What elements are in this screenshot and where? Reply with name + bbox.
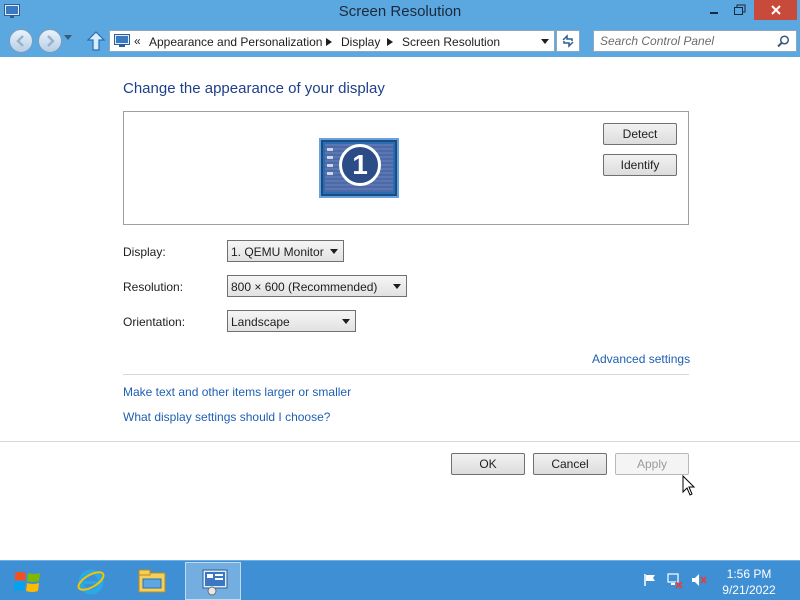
- network-icon[interactable]: [667, 573, 683, 589]
- resolution-label: Resolution:: [123, 280, 184, 294]
- text-size-link[interactable]: Make text and other items larger or smal…: [123, 385, 351, 399]
- taskbar-clock[interactable]: 1:56 PM 9/21/2022: [712, 566, 786, 598]
- arrow-right-icon: [47, 35, 55, 47]
- breadcrumb-appearance[interactable]: Appearance and Personalization: [149, 35, 322, 49]
- section-divider: [123, 374, 689, 375]
- mouse-cursor-icon: [682, 475, 696, 496]
- orientation-select[interactable]: Landscape: [227, 310, 356, 332]
- clock-date: 9/21/2022: [722, 583, 776, 597]
- orientation-select-value: Landscape: [231, 315, 290, 329]
- breadcrumb-overflow[interactable]: «: [134, 34, 141, 48]
- display-preview-panel: 1 Detect Identify: [123, 111, 689, 225]
- page-title: Change the appearance of your display: [123, 80, 385, 97]
- display-select[interactable]: 1. QEMU Monitor: [227, 240, 344, 262]
- control-panel-icon: [114, 34, 130, 47]
- window-title: Screen Resolution: [338, 3, 462, 20]
- breadcrumb-screen-resolution[interactable]: Screen Resolution: [402, 35, 500, 49]
- forward-button[interactable]: [38, 29, 62, 53]
- restore-icon: [734, 4, 746, 15]
- breadcrumb-chevron-icon[interactable]: [387, 38, 393, 46]
- cancel-button[interactable]: Cancel: [533, 453, 607, 475]
- address-history-chevron-down-icon[interactable]: [541, 39, 549, 45]
- breadcrumb-chevron-icon[interactable]: [326, 38, 332, 46]
- title-bar: Screen Resolution: [0, 0, 800, 26]
- ok-button[interactable]: OK: [451, 453, 525, 475]
- footer-divider: [0, 441, 800, 442]
- taskbar-control-panel[interactable]: [185, 562, 241, 600]
- search-icon[interactable]: [777, 35, 790, 48]
- resolution-select-value: 800 × 600 (Recommended): [231, 280, 378, 294]
- file-explorer-icon: [138, 569, 166, 593]
- recent-pages-chevron-down-icon[interactable]: [64, 35, 72, 41]
- up-arrow-icon[interactable]: [87, 31, 105, 51]
- close-button[interactable]: [754, 0, 797, 20]
- taskbar-internet-explorer[interactable]: [62, 562, 118, 600]
- close-icon: [770, 5, 781, 15]
- search-box[interactable]: [593, 30, 797, 52]
- monitor-number: 1: [339, 144, 381, 186]
- taskbar: 1:56 PM 9/21/2022: [0, 560, 800, 600]
- orientation-label: Orientation:: [123, 315, 186, 329]
- maximize-button[interactable]: [728, 0, 752, 20]
- display-select-value: 1. QEMU Monitor: [231, 245, 324, 259]
- minimize-icon: [710, 12, 718, 14]
- taskbar-file-explorer[interactable]: [123, 562, 179, 600]
- desktop-icons-decoration: [327, 148, 333, 178]
- advanced-settings-link[interactable]: Advanced settings: [592, 352, 690, 366]
- arrow-left-icon: [16, 35, 24, 47]
- minimize-button[interactable]: [702, 0, 726, 20]
- resolution-select[interactable]: 800 × 600 (Recommended): [227, 275, 407, 297]
- internet-explorer-icon: [77, 569, 105, 595]
- control-panel-icon: [202, 569, 228, 596]
- refresh-icon: [562, 34, 574, 48]
- refresh-button[interactable]: [556, 30, 580, 52]
- display-label: Display:: [123, 245, 166, 259]
- display-help-link[interactable]: What display settings should I choose?: [123, 410, 330, 424]
- apply-button[interactable]: Apply: [615, 453, 689, 475]
- action-center-flag-icon[interactable]: [643, 573, 657, 587]
- volume-muted-icon[interactable]: [691, 573, 707, 587]
- navigation-bar: « Appearance and Personalization Display…: [0, 26, 800, 57]
- start-button[interactable]: [0, 561, 56, 600]
- search-input[interactable]: [600, 34, 770, 48]
- monitor-1-icon[interactable]: 1: [319, 138, 399, 198]
- chevron-down-icon: [330, 249, 338, 254]
- detect-button[interactable]: Detect: [603, 123, 677, 145]
- address-bar[interactable]: « Appearance and Personalization Display…: [109, 30, 555, 52]
- breadcrumb-display[interactable]: Display: [341, 35, 380, 49]
- chevron-down-icon: [342, 319, 350, 324]
- chevron-down-icon: [393, 284, 401, 289]
- back-button[interactable]: [9, 29, 33, 53]
- clock-time: 1:56 PM: [726, 567, 772, 581]
- identify-button[interactable]: Identify: [603, 154, 677, 176]
- windows-logo-icon: [14, 572, 40, 592]
